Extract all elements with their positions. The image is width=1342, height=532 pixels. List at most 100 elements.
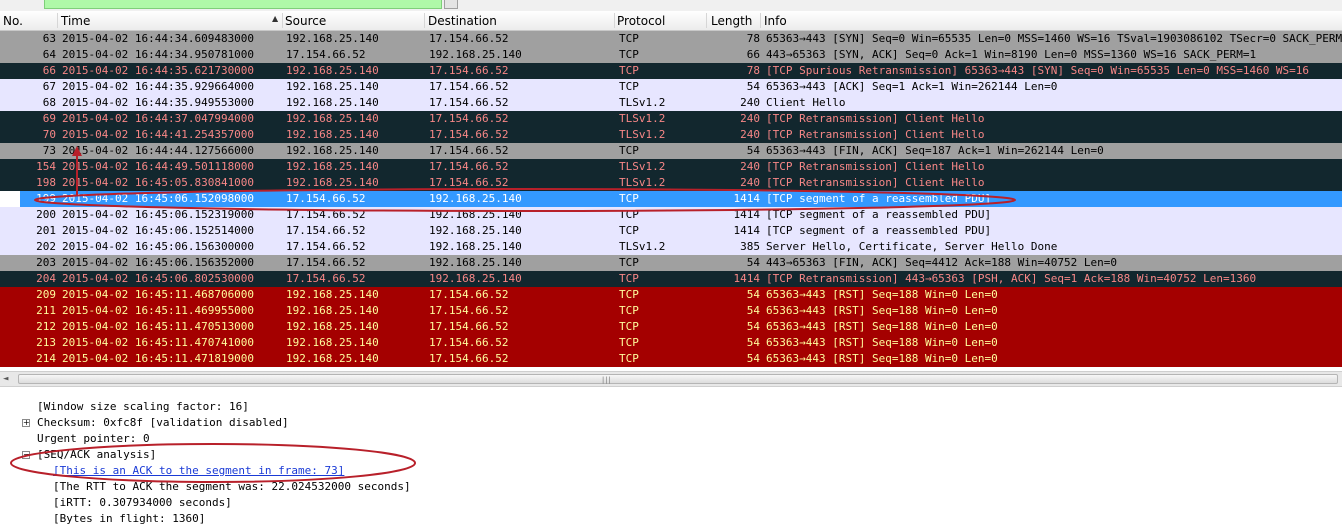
packet-row[interactable]: 200 2015-04-02 16:45:06.152319000 17.154.6… [0, 207, 1342, 223]
packet-number: 63 [42, 32, 56, 45]
packet-time: 2015-04-02 16:45:06.152319000 [62, 208, 255, 221]
packet-source: 192.168.25.140 [286, 288, 379, 301]
packet-time: 2015-04-02 16:45:06.152514000 [62, 224, 255, 237]
packet-row[interactable]: 212 2015-04-02 16:45:11.470513000 192.168.… [0, 319, 1342, 335]
packet-destination: 192.168.25.140 [429, 48, 522, 61]
packet-info: Client Hello [766, 96, 846, 109]
packet-row[interactable]: 198 2015-04-02 16:45:05.830841000 192.168.… [0, 175, 1342, 191]
detail-rtt[interactable]: [The RTT to ACK the segment was: 22.0245… [53, 479, 411, 495]
packet-row[interactable]: 154 2015-04-02 16:44:49.501118000 192.168.… [0, 159, 1342, 175]
packet-list-header: No. Time ▲ Source Destination Protocol L… [0, 11, 1342, 31]
packet-time: 2015-04-02 16:44:44.127566000 [62, 144, 255, 157]
packet-length: 240 [740, 160, 760, 173]
packet-row[interactable]: 70 2015-04-02 16:44:41.254357000 192.168.2… [0, 127, 1342, 143]
packet-info: 443→65363 [FIN, ACK] Seq=4412 Ack=188 Wi… [766, 256, 1117, 269]
packet-number: 73 [42, 144, 56, 157]
packet-row[interactable]: 68 2015-04-02 16:44:35.949553000 192.168.2… [0, 95, 1342, 111]
packet-protocol: TCP [619, 192, 639, 205]
packet-row[interactable]: 203 2015-04-02 16:45:06.156352000 17.154.6… [0, 255, 1342, 271]
packet-destination: 17.154.66.52 [429, 176, 509, 189]
column-header-destination[interactable]: Destination [428, 14, 497, 28]
packet-number: 64 [42, 48, 56, 61]
packet-protocol: TLSv1.2 [619, 160, 666, 173]
packet-row[interactable]: 201 2015-04-02 16:45:06.152514000 17.154.6… [0, 223, 1342, 239]
packet-protocol: TCP [619, 64, 639, 77]
packet-destination: 17.154.66.52 [429, 320, 509, 333]
packet-row[interactable]: 202 2015-04-02 16:45:06.156300000 17.154.6… [0, 239, 1342, 255]
detail-urgent-pointer[interactable]: Urgent pointer: 0 [37, 431, 150, 447]
packet-source: 192.168.25.140 [286, 96, 379, 109]
column-divider[interactable] [760, 13, 761, 28]
packet-row[interactable]: 69 2015-04-02 16:44:37.047994000 192.168.2… [0, 111, 1342, 127]
packet-number: 211 [36, 304, 56, 317]
packet-source: 192.168.25.140 [286, 80, 379, 93]
packet-source: 192.168.25.140 [286, 32, 379, 45]
packet-info: [TCP segment of a reassembled PDU] [766, 192, 992, 205]
packet-info: Server Hello, Certificate, Server Hello … [766, 240, 1058, 253]
packet-row[interactable]: 204 2015-04-02 16:45:06.802530000 17.154.6… [0, 271, 1342, 287]
column-header-protocol[interactable]: Protocol [617, 14, 665, 28]
detail-window-scaling[interactable]: [Window size scaling factor: 16] [37, 399, 249, 415]
detail-checksum[interactable]: Checksum: 0xfc8f [validation disabled] [37, 415, 289, 431]
packet-destination: 192.168.25.140 [429, 208, 522, 221]
packet-source: 192.168.25.140 [286, 144, 379, 157]
packet-time: 2015-04-02 16:44:41.254357000 [62, 128, 255, 141]
scroll-left-arrow-icon[interactable]: ◄ [3, 372, 8, 386]
packet-source: 17.154.66.52 [286, 224, 366, 237]
column-divider[interactable] [614, 13, 615, 28]
detail-seq-ack-analysis[interactable]: [SEQ/ACK analysis] [37, 447, 156, 463]
packet-destination: 192.168.25.140 [429, 272, 522, 285]
column-divider[interactable] [282, 13, 283, 28]
packet-source: 192.168.25.140 [286, 160, 379, 173]
column-header-length[interactable]: Length [711, 14, 752, 28]
packet-number: 199 [36, 192, 56, 205]
packet-row[interactable]: 63 2015-04-02 16:44:34.609483000 192.168.2… [0, 31, 1342, 47]
packet-protocol: TLSv1.2 [619, 176, 666, 189]
packet-source: 17.154.66.52 [286, 208, 366, 221]
packet-row[interactable]: 209 2015-04-02 16:45:11.468706000 192.168.… [0, 287, 1342, 303]
detail-irtt[interactable]: [iRTT: 0.307934000 seconds] [53, 495, 232, 511]
packet-source: 17.154.66.52 [286, 240, 366, 253]
packet-length: 54 [746, 304, 760, 317]
packet-protocol: TCP [619, 272, 639, 285]
packet-protocol: TCP [619, 224, 639, 237]
packet-length: 54 [746, 352, 760, 365]
detail-bytes-in-flight[interactable]: [Bytes in flight: 1360] [53, 511, 205, 527]
ack-frame-link[interactable]: [This is an ACK to the segment in frame:… [53, 463, 344, 479]
packet-source: 192.168.25.140 [286, 112, 379, 125]
column-header-time[interactable]: Time [61, 14, 90, 28]
scrollbar-thumb[interactable]: ||| [18, 374, 1338, 384]
column-header-info[interactable]: Info [764, 14, 787, 28]
packet-row[interactable]: 211 2015-04-02 16:45:11.469955000 192.168.… [0, 303, 1342, 319]
packet-list: 63 2015-04-02 16:44:34.609483000 192.168.2… [0, 31, 1342, 367]
packet-row[interactable]: 213 2015-04-02 16:45:11.470741000 192.168.… [0, 335, 1342, 351]
column-header-no[interactable]: No. [3, 14, 23, 28]
packet-time: 2015-04-02 16:45:11.468706000 [62, 288, 255, 301]
filter-dropdown-button[interactable] [444, 0, 458, 9]
column-divider[interactable] [424, 13, 425, 28]
packet-row-selected[interactable]: 199 2015-04-02 16:45:06.152098000 17.154.6… [0, 191, 1342, 207]
packet-number: 67 [42, 80, 56, 93]
column-divider[interactable] [706, 13, 707, 28]
packet-length: 240 [740, 128, 760, 141]
packet-protocol: TCP [619, 208, 639, 221]
expand-plus-icon[interactable]: + [22, 419, 30, 427]
packet-row[interactable]: 66 2015-04-02 16:44:35.621730000 192.168.2… [0, 63, 1342, 79]
packet-source: 192.168.25.140 [286, 320, 379, 333]
collapse-minus-icon[interactable]: − [22, 451, 30, 459]
packet-row[interactable]: 67 2015-04-02 16:44:35.929664000 192.168.2… [0, 79, 1342, 95]
packet-row[interactable]: 64 2015-04-02 16:44:34.950781000 17.154.66… [0, 47, 1342, 63]
packet-row[interactable]: 214 2015-04-02 16:45:11.471819000 192.168.… [0, 351, 1342, 367]
packet-time: 2015-04-02 16:45:06.156300000 [62, 240, 255, 253]
column-divider[interactable] [57, 13, 58, 28]
packet-length: 54 [746, 256, 760, 269]
column-header-source[interactable]: Source [285, 14, 326, 28]
packet-info: 65363→443 [RST] Seq=188 Win=0 Len=0 [766, 352, 998, 365]
display-filter-input[interactable] [44, 0, 442, 9]
horizontal-scrollbar[interactable]: ◄ ||| [0, 371, 1342, 387]
packet-number: 204 [36, 272, 56, 285]
packet-info: [TCP Retransmission] Client Hello [766, 176, 985, 189]
packet-row[interactable]: 73 2015-04-02 16:44:44.127566000 192.168.2… [0, 143, 1342, 159]
packet-source: 17.154.66.52 [286, 192, 366, 205]
packet-time: 2015-04-02 16:44:37.047994000 [62, 112, 255, 125]
